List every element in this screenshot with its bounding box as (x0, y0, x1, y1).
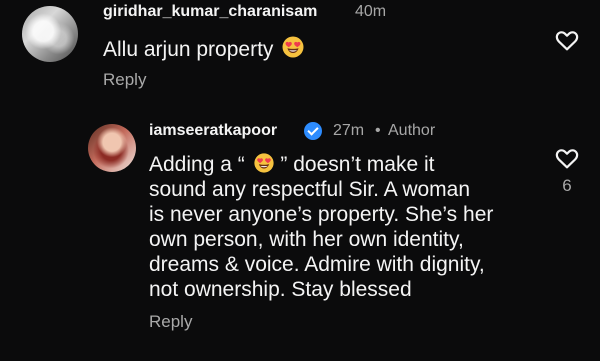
comment-2-timestamp: 27m (333, 122, 365, 139)
comment-1-message: Allu arjun property (103, 38, 274, 61)
comment-2-line-3: is never anyone’s property. She’s her (149, 203, 494, 226)
comment-1-reply-button[interactable]: Reply (103, 70, 146, 90)
comment-2-line-4: own person, with her own identity, (149, 228, 464, 251)
heart-eyes-emoji-icon (281, 35, 305, 59)
comment-2-like-count: 6 (562, 176, 572, 195)
comment-1-text: Allu arjun property (103, 35, 305, 62)
comment-2-line-5: dreams & voice. Admire with dignity, (149, 253, 485, 276)
comment-2-line-1-end: ” doesn’t make it (280, 153, 435, 176)
meta-separator: • (375, 122, 381, 139)
comment-1-timestamp: 40m (355, 3, 387, 20)
heart-eyes-emoji-icon (253, 152, 275, 174)
comment-2-line-2: sound any respectful Sir. A woman (149, 178, 471, 201)
comment-2-line-6: not ownership. Stay blessed (149, 278, 412, 301)
comment-2-line-1-start: Adding a “ (149, 153, 245, 176)
comment-2-text: Adding a “ ” doesn’t make it sound any r… (149, 152, 529, 302)
verified-badge-icon (304, 122, 322, 140)
comment-2-like-button[interactable] (554, 146, 580, 170)
comment-2-reply-button[interactable]: Reply (149, 312, 192, 332)
comment-1-like-button[interactable] (554, 28, 580, 52)
comment-2-username[interactable]: iamseeratkapoor (149, 122, 277, 140)
comment-2-line-1: Adding a “ ” doesn’t make it (149, 152, 529, 177)
author-label: Author (388, 122, 436, 139)
comment-1-username[interactable]: giridhar_kumar_charanisam (103, 3, 317, 21)
avatar-iamseeratkapoor[interactable] (88, 124, 136, 172)
avatar-giridhar[interactable] (22, 6, 78, 62)
